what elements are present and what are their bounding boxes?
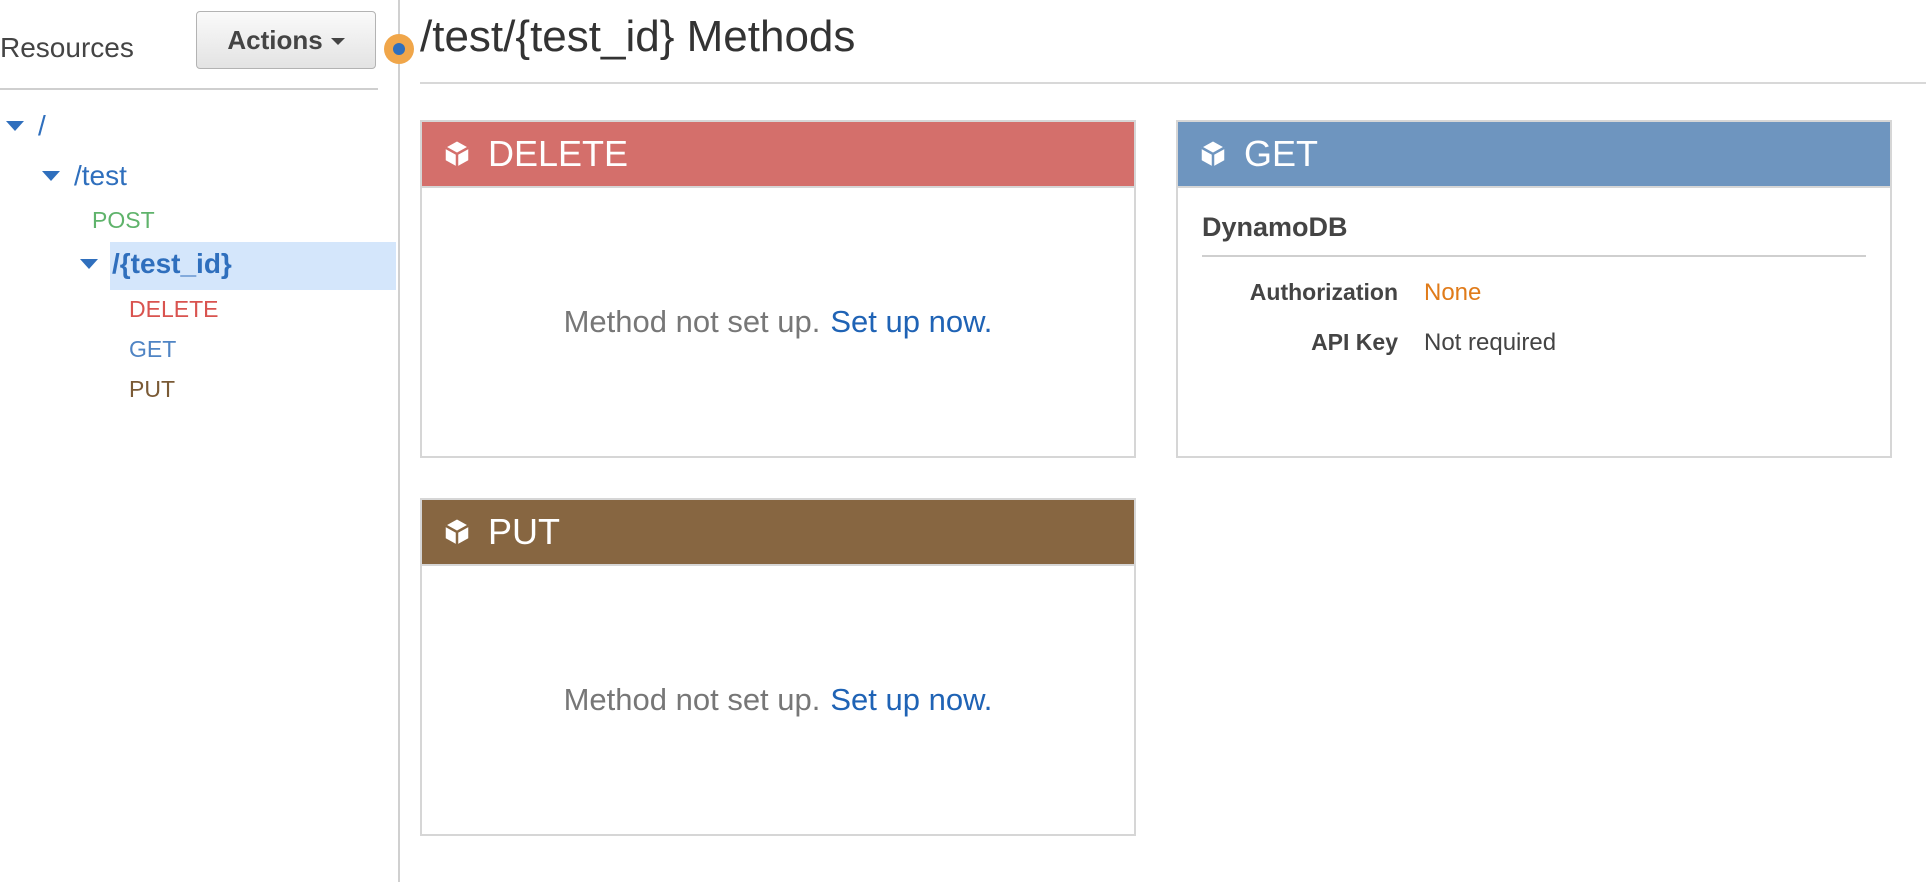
api-gateway-resources-view: Resources Actions / /test POST /{test_id… [0, 0, 1926, 882]
integration-type: DynamoDB [1202, 212, 1866, 257]
method-delete-link[interactable]: DELETE [129, 296, 218, 323]
drag-handle-dot [393, 43, 405, 55]
tree-expand-icon[interactable] [80, 259, 98, 269]
card-header-put[interactable]: PUT [422, 500, 1134, 566]
method-get-link[interactable]: GET [129, 336, 176, 363]
not-setup-text: Method not set up. [563, 682, 821, 717]
panel-divider [398, 0, 400, 882]
card-empty-state: Method not set up. Set up now. [422, 188, 1134, 456]
card-method-name: GET [1244, 133, 1319, 174]
page-title: /test/{test_id} Methods [420, 12, 856, 61]
api-key-label: API Key [1311, 329, 1398, 355]
cube-icon [442, 517, 472, 547]
tree-item-test-id[interactable]: /{test_id} [80, 248, 232, 280]
card-empty-state: Method not set up. Set up now. [422, 566, 1134, 834]
api-key-value: Not required [1424, 329, 1557, 356]
resources-panel: Resources Actions / /test POST /{test_id… [0, 0, 398, 882]
tree-item-root[interactable]: / [6, 110, 46, 142]
resource-root-link[interactable]: / [38, 110, 46, 142]
title-divider [420, 82, 1926, 84]
card-body-get: DynamoDB Authorization None API Key Not … [1178, 188, 1890, 357]
resources-title: Resources [0, 32, 134, 63]
authorization-value: None [1424, 279, 1482, 306]
card-method-name: DELETE [488, 133, 629, 174]
resource-test-id-link[interactable]: /{test_id} [112, 248, 232, 280]
setup-now-link[interactable]: Set up now. [830, 304, 992, 340]
authorization-label: Authorization [1249, 279, 1398, 305]
tree-expand-icon[interactable] [42, 171, 60, 181]
caret-down-icon [330, 38, 345, 45]
method-card-get[interactable]: GET DynamoDB Authorization None API Key … [1176, 120, 1892, 458]
cube-icon [1198, 139, 1228, 169]
resources-divider [0, 88, 378, 90]
method-card-delete: DELETE Method not set up. Set up now. [420, 120, 1136, 458]
resource-test-link[interactable]: /test [74, 160, 127, 192]
setup-now-link[interactable]: Set up now. [830, 682, 992, 718]
card-header-delete[interactable]: DELETE [422, 122, 1134, 188]
actions-button[interactable]: Actions [196, 11, 376, 69]
api-key-row: API Key Not required [1202, 329, 1866, 357]
method-put-link[interactable]: PUT [129, 376, 175, 403]
cube-icon [442, 139, 472, 169]
method-post-link[interactable]: POST [92, 207, 155, 234]
drag-handle-icon[interactable] [384, 34, 414, 64]
card-method-name: PUT [488, 511, 560, 552]
tree-expand-icon[interactable] [6, 121, 24, 131]
tree-item-test[interactable]: /test [42, 160, 127, 192]
card-header-get[interactable]: GET [1178, 122, 1890, 188]
method-card-put: PUT Method not set up. Set up now. [420, 498, 1136, 836]
authorization-row: Authorization None [1202, 279, 1866, 307]
actions-label: Actions [227, 24, 323, 55]
not-setup-text: Method not set up. [563, 304, 821, 339]
